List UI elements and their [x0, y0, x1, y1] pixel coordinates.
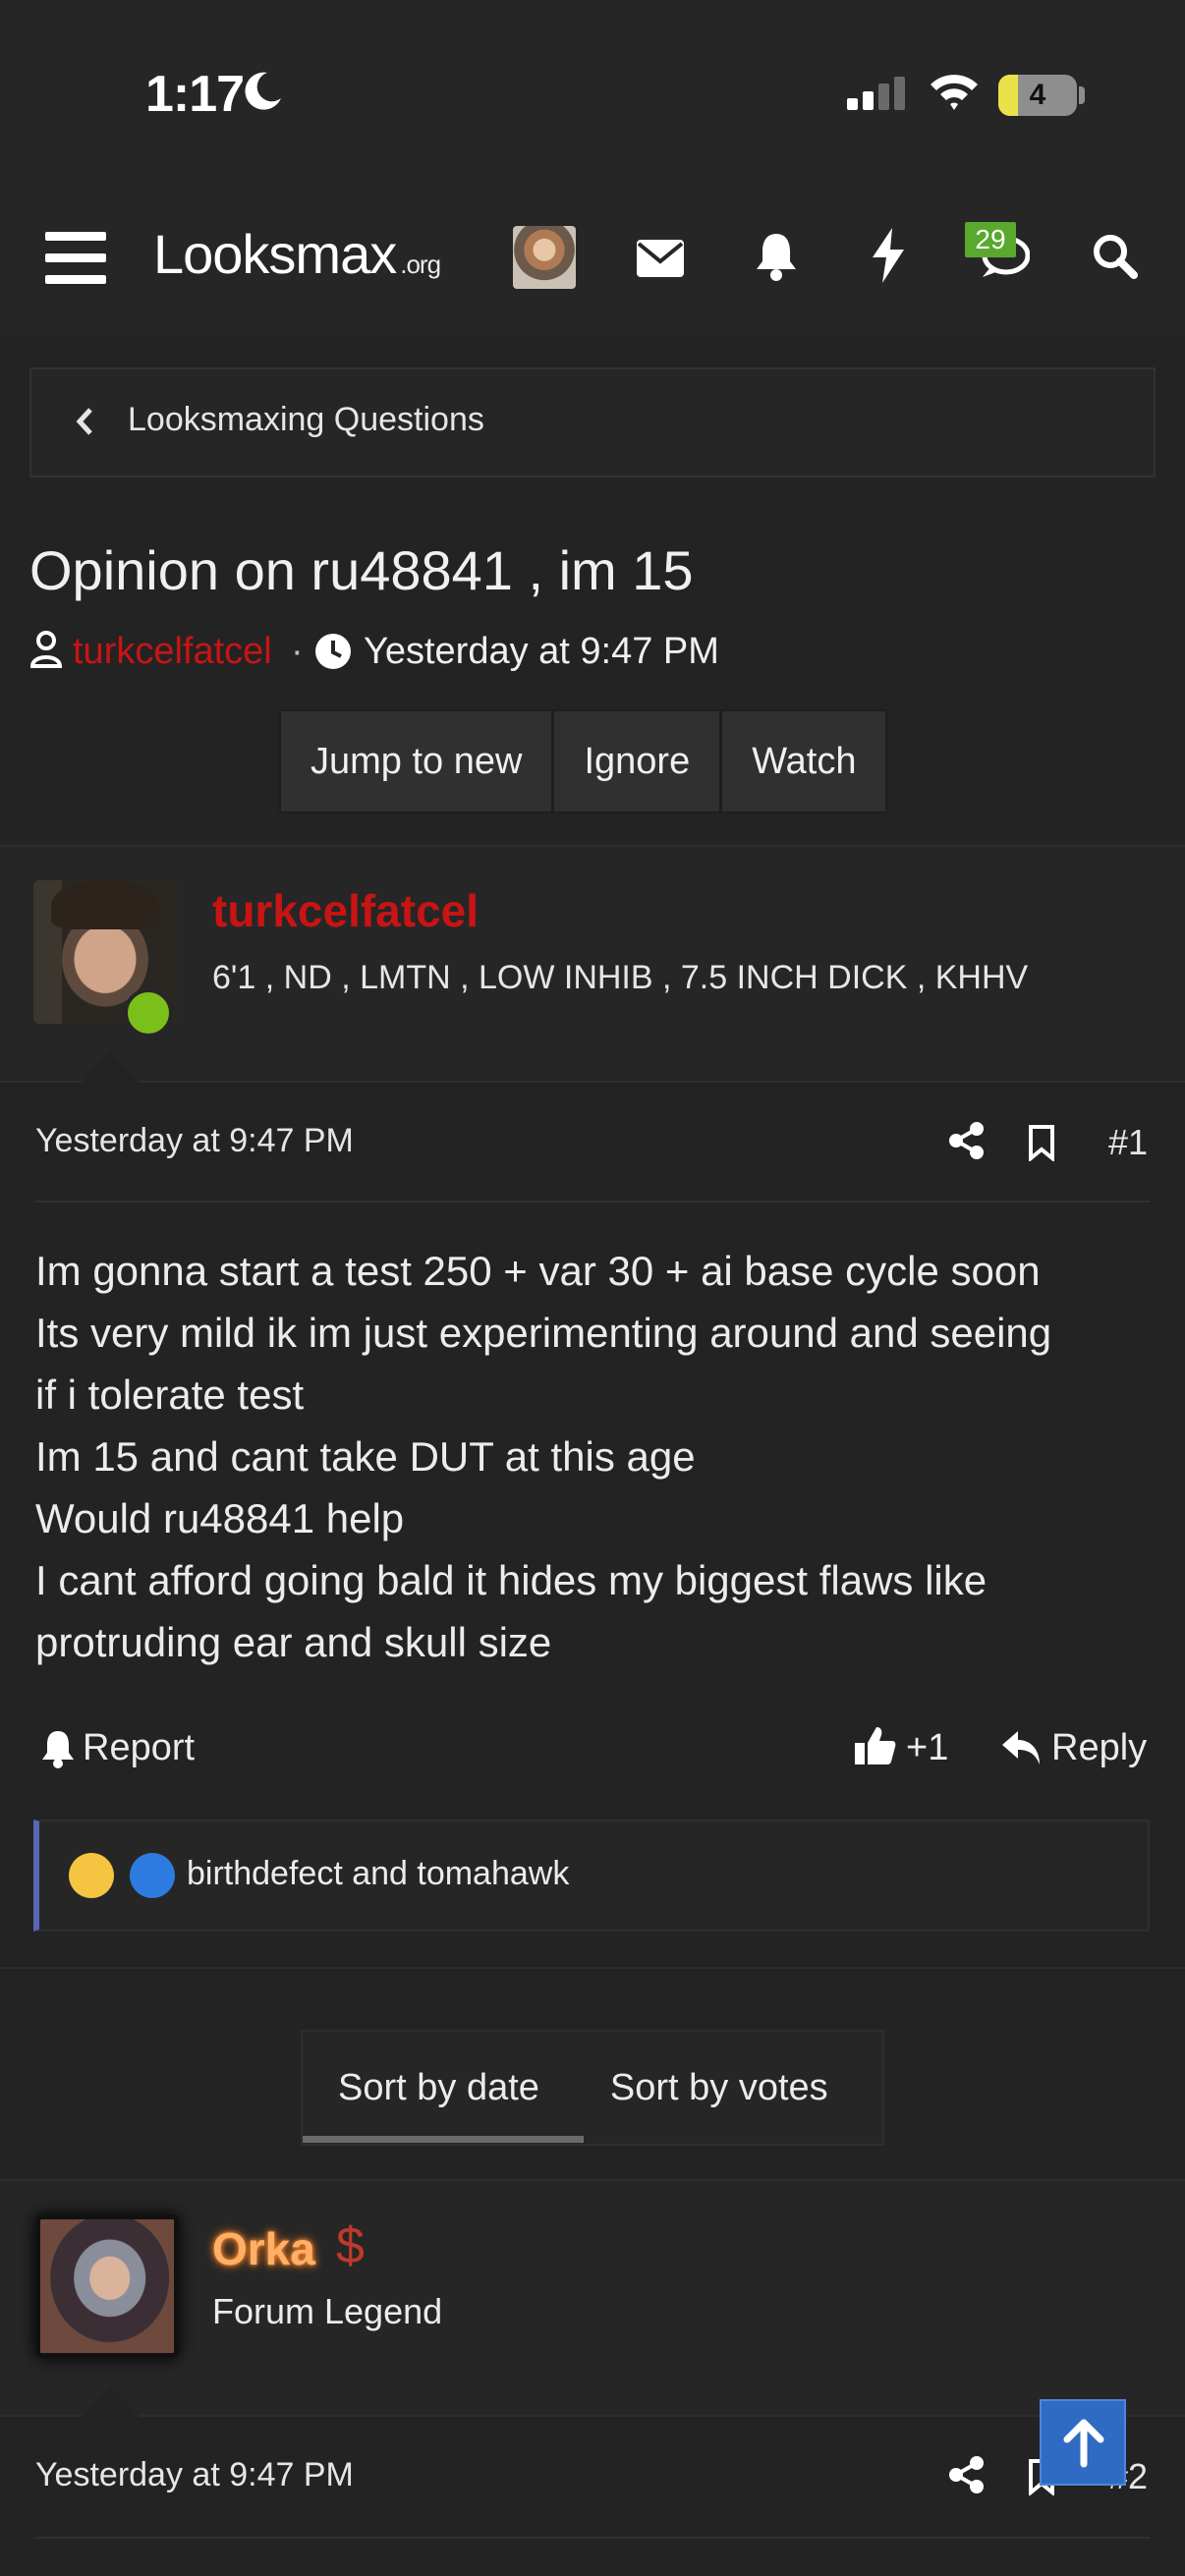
bookmark-icon[interactable] [1028, 1124, 1055, 1166]
thread-title: Opinion on ru48841 , im 15 [29, 539, 694, 601]
battery-nub [1079, 86, 1085, 104]
active-tab-indicator [303, 2136, 584, 2143]
search-icon[interactable] [1091, 232, 1138, 284]
post-pointer-arrow [81, 2385, 140, 2417]
post-body-line: I cant afford going bald it hides my big… [35, 1557, 988, 1603]
share-icon[interactable] [949, 1122, 985, 1164]
clock-icon [314, 633, 352, 675]
post-body-line: Its very mild ik im just experimenting a… [35, 1310, 1052, 1356]
mail-icon[interactable] [637, 240, 684, 282]
moon-icon [240, 69, 285, 119]
post-date-link[interactable]: Yesterday at 9:47 PM [35, 2456, 354, 2494]
bell-icon[interactable] [41, 1729, 75, 1773]
post-body-line: Im 15 and cant take DUT at this age [35, 1433, 696, 1480]
post-author-avatar[interactable] [35, 2214, 179, 2358]
post-date-link[interactable]: Yesterday at 9:47 PM [35, 1122, 354, 1160]
thread-author-link[interactable]: turkcelfatcel [73, 631, 272, 673]
online-status-indicator [124, 988, 173, 1037]
post-body-line: Im gonna start a test 250 + var 30 + ai … [35, 1248, 1041, 1294]
jump-to-new-button[interactable]: Jump to new [281, 711, 555, 812]
logo-tld: .org [400, 250, 441, 279]
user-avatar[interactable] [513, 226, 576, 289]
scroll-to-top-button[interactable] [1040, 2399, 1126, 2486]
reply-button[interactable]: Reply [1051, 1727, 1147, 1769]
crying-laughing-reaction-icon [69, 1853, 114, 1898]
post-author-title: 6'1 , ND , LMTN , LOW INHIB , 7.5 INCH D… [212, 959, 1029, 996]
chevron-left-icon [75, 407, 96, 441]
post-author-username[interactable]: Orka [212, 2222, 315, 2275]
post-author-title: Forum Legend [212, 2291, 443, 2331]
battery-level: 4 [1029, 79, 1046, 111]
divider [35, 2537, 1150, 2539]
post-body-line: protruding ear and skull size [35, 1619, 552, 1665]
ignore-button[interactable]: Ignore [554, 711, 723, 812]
arrow-up-icon [1063, 2419, 1104, 2468]
like-reaction-icon [130, 1853, 175, 1898]
tab-sort-by-votes[interactable]: Sort by votes [575, 2032, 864, 2144]
post-number-link[interactable]: #1 [1108, 1122, 1148, 1163]
avatar-hair [51, 880, 159, 929]
bolt-icon[interactable] [871, 228, 906, 288]
cellular-signal-icon [847, 77, 908, 115]
site-logo[interactable]: Looksmax .org [153, 222, 441, 286]
divider [0, 1967, 1185, 1969]
bell-icon[interactable] [755, 232, 798, 286]
share-icon[interactable] [949, 2456, 985, 2498]
logo-text: Looksmax [153, 223, 397, 285]
tab-sort-by-date[interactable]: Sort by date [303, 2032, 575, 2144]
meta-separator: · [291, 631, 304, 672]
post-author-username[interactable]: turkcelfatcel [212, 884, 479, 937]
thread-date-link[interactable]: Yesterday at 9:47 PM [364, 631, 719, 673]
status-time: 1:17 [145, 66, 245, 123]
chat-unread-badge: 29 [965, 222, 1016, 257]
menu-icon[interactable] [45, 232, 106, 290]
sort-tabs: Sort by date Sort by votes [301, 2030, 884, 2146]
thread-actions: Jump to new Ignore Watch [279, 709, 888, 813]
reactions-text[interactable]: birthdefect and tomahawk [187, 1855, 569, 1893]
reply-arrow-icon[interactable] [1000, 1729, 1042, 1771]
post-pointer-arrow [81, 1051, 140, 1083]
post-body-line: Would ru48841 help [35, 1495, 405, 1541]
wifi-icon [929, 69, 980, 117]
user-icon [29, 631, 63, 673]
thumbs-up-icon[interactable] [855, 1725, 896, 1771]
watch-button[interactable]: Watch [722, 711, 886, 812]
divider [35, 1201, 1150, 1203]
post-body-line: if i tolerate test [35, 1372, 305, 1418]
breadcrumb-label[interactable]: Looksmaxing Questions [128, 401, 484, 439]
dollar-badge-icon: $ [336, 2217, 365, 2274]
report-button[interactable]: Report [83, 1727, 195, 1769]
post-body: Im gonna start a test 250 + var 30 + ai … [35, 1240, 1165, 1673]
like-count: +1 [906, 1727, 949, 1768]
